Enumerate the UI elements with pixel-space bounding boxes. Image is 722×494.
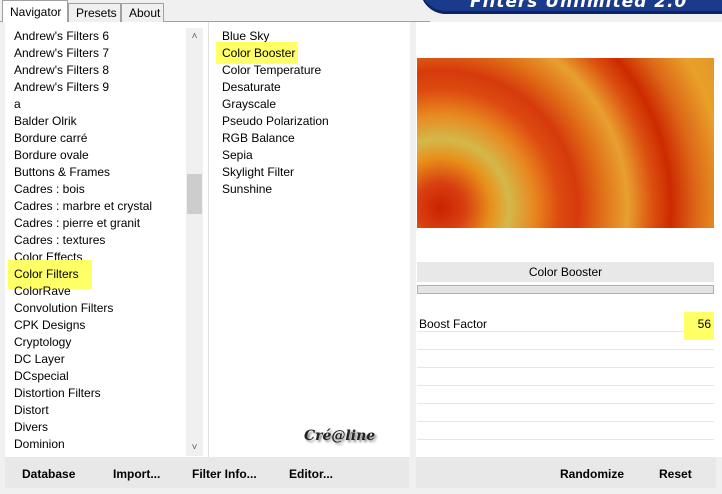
category-item[interactable]: Buttons & Frames [12, 164, 184, 181]
database-button[interactable]: Database [22, 467, 75, 481]
watermark-signature: Cré@line [304, 428, 376, 444]
category-item[interactable]: Cadres : pierre et granit [12, 215, 184, 232]
category-item[interactable]: Distortion Filters [12, 385, 184, 402]
filter-preview-image [417, 58, 714, 228]
category-item[interactable]: Cadres : textures [12, 232, 184, 249]
param-row-empty [417, 350, 714, 368]
category-item[interactable]: Distort [12, 402, 184, 419]
filter-item[interactable]: Sepia [220, 147, 410, 164]
filter-item[interactable]: Skylight Filter [220, 164, 410, 181]
category-item[interactable]: Cadres : marbre et crystal [12, 198, 184, 215]
filter-item[interactable]: Sunshine [220, 181, 410, 198]
editor-button[interactable]: Editor... [289, 467, 333, 481]
filter-separator [417, 285, 714, 294]
param-row-empty [417, 440, 714, 458]
filter-item[interactable]: Pseudo Polarization [220, 113, 410, 130]
category-item[interactable]: CPK Designs [12, 317, 184, 334]
parameter-panel: Boost Factor 56 [417, 312, 714, 458]
panel-divider [410, 22, 416, 457]
scroll-up-icon[interactable]: ˄ [186, 28, 203, 45]
filter-list[interactable]: Blue Sky Color Booster Color Temperature De… [216, 28, 410, 198]
category-item[interactable]: Andrew's Filters 8 [12, 62, 184, 79]
category-item[interactable]: DCspecial [12, 368, 184, 385]
category-item[interactable]: Balder Olrik [12, 113, 184, 130]
category-item[interactable]: Bordure carré [12, 130, 184, 147]
app-title: Filters Unlimited 2.0 [470, 0, 688, 12]
param-row-empty [417, 386, 714, 404]
category-list[interactable]: Andrew's Filters 6 Andrew's Filters 7 Andr… [8, 28, 184, 453]
category-item[interactable]: Dominion [12, 436, 184, 453]
import-button[interactable]: Import... [113, 467, 160, 481]
category-item[interactable]: Divers [12, 419, 184, 436]
category-item[interactable]: Bordure ovale [12, 147, 184, 164]
category-item[interactable]: a [12, 96, 184, 113]
filter-item[interactable]: Grayscale [220, 96, 410, 113]
param-row-empty [417, 422, 714, 440]
category-item[interactable]: Convolution Filters [12, 300, 184, 317]
filter-info-button[interactable]: Filter Info... [192, 467, 257, 481]
category-item[interactable]: Cryptology [12, 334, 184, 351]
param-row-empty [417, 404, 714, 422]
param-row-empty [417, 368, 714, 386]
scroll-thumb[interactable] [187, 174, 202, 214]
filter-item[interactable]: Desaturate [220, 79, 410, 96]
tab-presets[interactable]: Presets [68, 3, 121, 22]
randomize-button[interactable]: Randomize [560, 467, 624, 481]
category-item[interactable]: Andrew's Filters 7 [12, 45, 184, 62]
filter-item[interactable]: Color Temperature [220, 62, 410, 79]
category-item[interactable]: DC Layer [12, 351, 184, 368]
list-divider [208, 22, 209, 457]
scroll-down-icon[interactable]: ˅ [186, 439, 203, 456]
param-row-boost-factor[interactable]: Boost Factor 56 [417, 312, 714, 340]
filter-item[interactable]: Color Booster [216, 42, 298, 64]
param-label: Boost Factor [419, 317, 488, 331]
filter-item[interactable]: RGB Balance [220, 130, 410, 147]
category-scrollbar[interactable]: ˄ ˅ [186, 28, 203, 456]
category-item[interactable]: Andrew's Filters 9 [12, 79, 184, 96]
param-row-empty [417, 332, 714, 350]
category-item[interactable]: ColorRave [12, 283, 184, 300]
reset-button[interactable]: Reset [659, 467, 692, 481]
filter-name-label: Color Booster [417, 262, 714, 282]
tab-about[interactable]: About [121, 3, 164, 22]
tab-navigator[interactable]: Navigator [2, 0, 68, 22]
category-item[interactable]: Andrew's Filters 6 [12, 28, 184, 45]
category-item[interactable]: Cadres : bois [12, 181, 184, 198]
